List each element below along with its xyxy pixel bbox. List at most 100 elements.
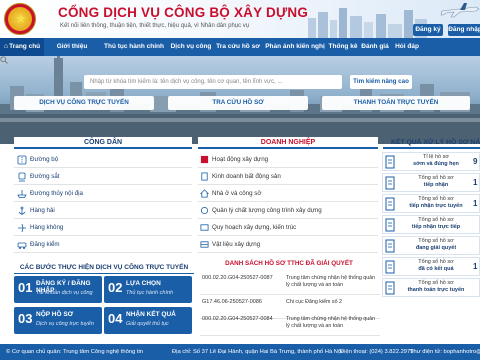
quality-icon xyxy=(200,206,209,215)
record-code: G17.46.06-250527-0086 xyxy=(202,299,262,305)
step-submit[interactable]: 03 NỘP HỒ SƠ Dịch vụ công trực tuyến xyxy=(14,307,102,334)
footer-email[interactable]: Thư điện tử: bophanhotro@mo xyxy=(410,344,480,360)
record-row[interactable]: 000.02.20.G04-250527-0084 Trung tâm chứn… xyxy=(200,314,380,336)
footer-phone: Điện thoại: (024) 3.822.2979 xyxy=(340,349,414,355)
airplane-image xyxy=(440,3,480,18)
citizen-item-aviation[interactable]: Hàng không xyxy=(14,220,192,236)
record-row[interactable]: 000.02.20.G04-250527-0087 Trung tâm chứn… xyxy=(200,273,380,295)
stat-label: Tổng số hồ sơ thanh toán trực tuyến xyxy=(407,280,465,293)
step-desc: Thủ tục hành chính xyxy=(126,290,174,296)
document-icon xyxy=(385,197,395,211)
stat-value: 1 xyxy=(473,178,478,187)
business-item-label: Nhà ở và công sở xyxy=(212,190,262,197)
nav-rating[interactable]: Đánh giá xyxy=(360,38,390,56)
register-button[interactable]: Đăng ký xyxy=(413,24,443,36)
building-icon xyxy=(201,172,208,181)
step-desc: Tài khoản dịch vụ công xyxy=(36,290,93,296)
step-number: 01 xyxy=(18,280,33,295)
online-services-button[interactable]: DỊCH VỤ CÔNG TRỰC TUYẾN xyxy=(14,96,154,110)
search-input[interactable]: Nhập từ khóa tìm kiếm là: tên dịch vụ cô… xyxy=(84,75,342,89)
stats-heading: KẾT QUẢ XỬ LÝ HỒ SƠ NĂM 2 xyxy=(383,137,480,149)
step-receive-result[interactable]: 04 NHẬN KẾT QUẢ Giải quyết thủ tục xyxy=(104,307,192,334)
step-title: LỰA CHỌN xyxy=(126,280,161,287)
boat-icon xyxy=(17,190,27,198)
nav-statistics[interactable]: Thống kê xyxy=(328,38,358,56)
step-number: 02 xyxy=(108,280,123,295)
business-item-label: Vật liệu xây dựng xyxy=(212,241,261,248)
citizen-item-label: Đường bộ xyxy=(30,156,59,163)
stat-received-online[interactable]: Tổng số hồ sơ tiếp nhận trực tuyến 1 xyxy=(382,194,480,213)
login-button[interactable]: Đăng nhập xyxy=(448,24,480,36)
step-title: NỘP HỒ SƠ xyxy=(36,311,74,318)
document-icon xyxy=(385,155,395,169)
citizen-item-road[interactable]: Đường bộ xyxy=(14,152,192,168)
document-icon xyxy=(385,281,395,295)
stat-in-progress[interactable]: Tổng số hồ sơ đang giải quyết xyxy=(382,236,480,255)
business-item-label: Hoạt động xây dựng xyxy=(212,156,269,163)
business-item-quality[interactable]: Quản lý chất lượng công trình xây dựng xyxy=(198,203,378,219)
nav-home-label: Trang chủ xyxy=(9,43,41,50)
hero-banner: Nhập từ khóa tìm kiếm là: tên dịch vụ cô… xyxy=(0,56,480,144)
advanced-search-button[interactable]: Tìm kiếm nâng cao xyxy=(350,75,412,89)
resolved-records-heading: DANH SÁCH HỒ SƠ TTHC ĐÃ GIẢI QUYẾT xyxy=(225,260,353,267)
site-title[interactable]: CỔNG DỊCH VỤ CÔNG BỘ XÂY DỰNG xyxy=(58,5,308,20)
bricks-icon xyxy=(200,241,209,248)
business-heading: DOANH NGHIỆP xyxy=(198,137,378,149)
citizen-item-rail[interactable]: Đường sắt xyxy=(14,169,192,185)
business-item-housing[interactable]: Nhà ở và công sở xyxy=(198,186,378,202)
stat-on-time-rate[interactable]: Tỉ lệ hồ sơ sớm và đúng hẹn 9 xyxy=(382,152,480,171)
step-select[interactable]: 02 LỰA CHỌN Thủ tục hành chính xyxy=(104,276,192,303)
step-desc: Dịch vụ công trực tuyến xyxy=(36,321,94,327)
nav-home[interactable]: ⌂Trang chủ xyxy=(0,38,44,56)
record-code: 000.02.20.G04-250527-0084 xyxy=(202,316,273,322)
document-icon xyxy=(385,176,395,190)
stat-label: Tổng số hồ sơ đã có kết quả xyxy=(418,259,454,272)
citizen-item-maritime[interactable]: Hàng hải xyxy=(14,203,192,219)
nav-public-services[interactable]: Dịch vụ công xyxy=(168,38,214,56)
national-emblem-logo[interactable]: ★ xyxy=(4,3,36,35)
city-skyline-image xyxy=(308,8,427,38)
record-agency: Trung tâm chứng nhận hệ thống quản lý ch… xyxy=(286,316,376,329)
stat-paid-online[interactable]: Tổng số hồ sơ thanh toán trực tuyến xyxy=(382,278,480,297)
step-register-login[interactable]: 01 ĐĂNG KÝ / ĐĂNG NHẬP Tài khoản dịch vụ… xyxy=(14,276,102,303)
stat-label: Tổng số hồ sơ tiếp nhận trực tuyến xyxy=(409,196,463,209)
search-icon[interactable] xyxy=(0,56,8,64)
nav-faq[interactable]: Hỏi đáp xyxy=(394,38,420,56)
stat-received[interactable]: Tổng số hồ sơ tiếp nhận 1 xyxy=(382,173,480,192)
stat-completed[interactable]: Tổng số hồ sơ đã có kết quả 1 xyxy=(382,257,480,276)
crane-icon xyxy=(200,155,209,164)
business-item-label: Quản lý chất lượng công trình xây dựng xyxy=(212,207,322,214)
footer-address: Địa chỉ: Số 37 Lê Đại Hành, quận Hai Bà … xyxy=(172,349,343,355)
business-item-construction[interactable]: Hoạt động xây dựng xyxy=(198,152,378,168)
record-code: 000.02.20.G04-250527-0087 xyxy=(202,275,273,281)
blueprint-icon xyxy=(200,224,209,231)
citizen-item-label: Đường thủy nội địa xyxy=(30,190,83,197)
stat-value: 1 xyxy=(473,199,478,208)
record-agency: Chi cục Đăng kiểm số 2 xyxy=(286,299,342,305)
citizen-item-registry[interactable]: Đăng kiểm xyxy=(14,237,192,253)
nav-feedback[interactable]: Phản ánh kiến nghị xyxy=(262,38,328,56)
plane-icon xyxy=(18,223,26,233)
citizen-list: Đường bộ Đường sắt Đường thủy nội địa Hà… xyxy=(14,152,192,256)
nav-procedures[interactable]: Thủ tục hành chính xyxy=(100,38,168,56)
step-number: 03 xyxy=(18,311,33,326)
nav-about[interactable]: Giới thiệu xyxy=(44,38,100,56)
business-list: Hoạt động xây dựng Kinh doanh bất động s… xyxy=(198,152,378,256)
stat-label: Tổng số hồ sơ đang giải quyết xyxy=(415,238,457,251)
house-icon xyxy=(200,189,209,198)
business-item-real-estate[interactable]: Kinh doanh bất động sản xyxy=(198,169,378,185)
citizen-item-label: Đăng kiểm xyxy=(30,241,60,248)
online-payment-button[interactable]: THANH TOÁN TRỰC TUYẾN xyxy=(322,96,470,110)
citizen-item-waterway[interactable]: Đường thủy nội địa xyxy=(14,186,192,202)
site-subtitle: Kết nối liên thông, thuận tiện, thiết th… xyxy=(60,23,250,29)
road-icon xyxy=(17,155,27,165)
business-item-planning[interactable]: Quy hoạch xây dựng, kiến trúc xyxy=(198,220,378,236)
record-agency: Trung tâm chứng nhận hệ thống quản lý ch… xyxy=(286,275,376,288)
business-item-materials[interactable]: Vật liệu xây dựng xyxy=(198,237,378,253)
stat-received-direct[interactable]: Tổng số hồ sơ tiếp nhận trực tiếp xyxy=(382,215,480,234)
lookup-records-button[interactable]: TRA CỨU HỒ SƠ xyxy=(168,96,308,110)
footer-agency: © Cơ quan chủ quản: Trung tâm Công nghệ … xyxy=(6,349,143,355)
business-item-label: Kinh doanh bất động sản xyxy=(212,173,281,180)
stat-value: 9 xyxy=(473,157,478,166)
nav-lookup[interactable]: Tra cứu hồ sơ xyxy=(214,38,262,56)
